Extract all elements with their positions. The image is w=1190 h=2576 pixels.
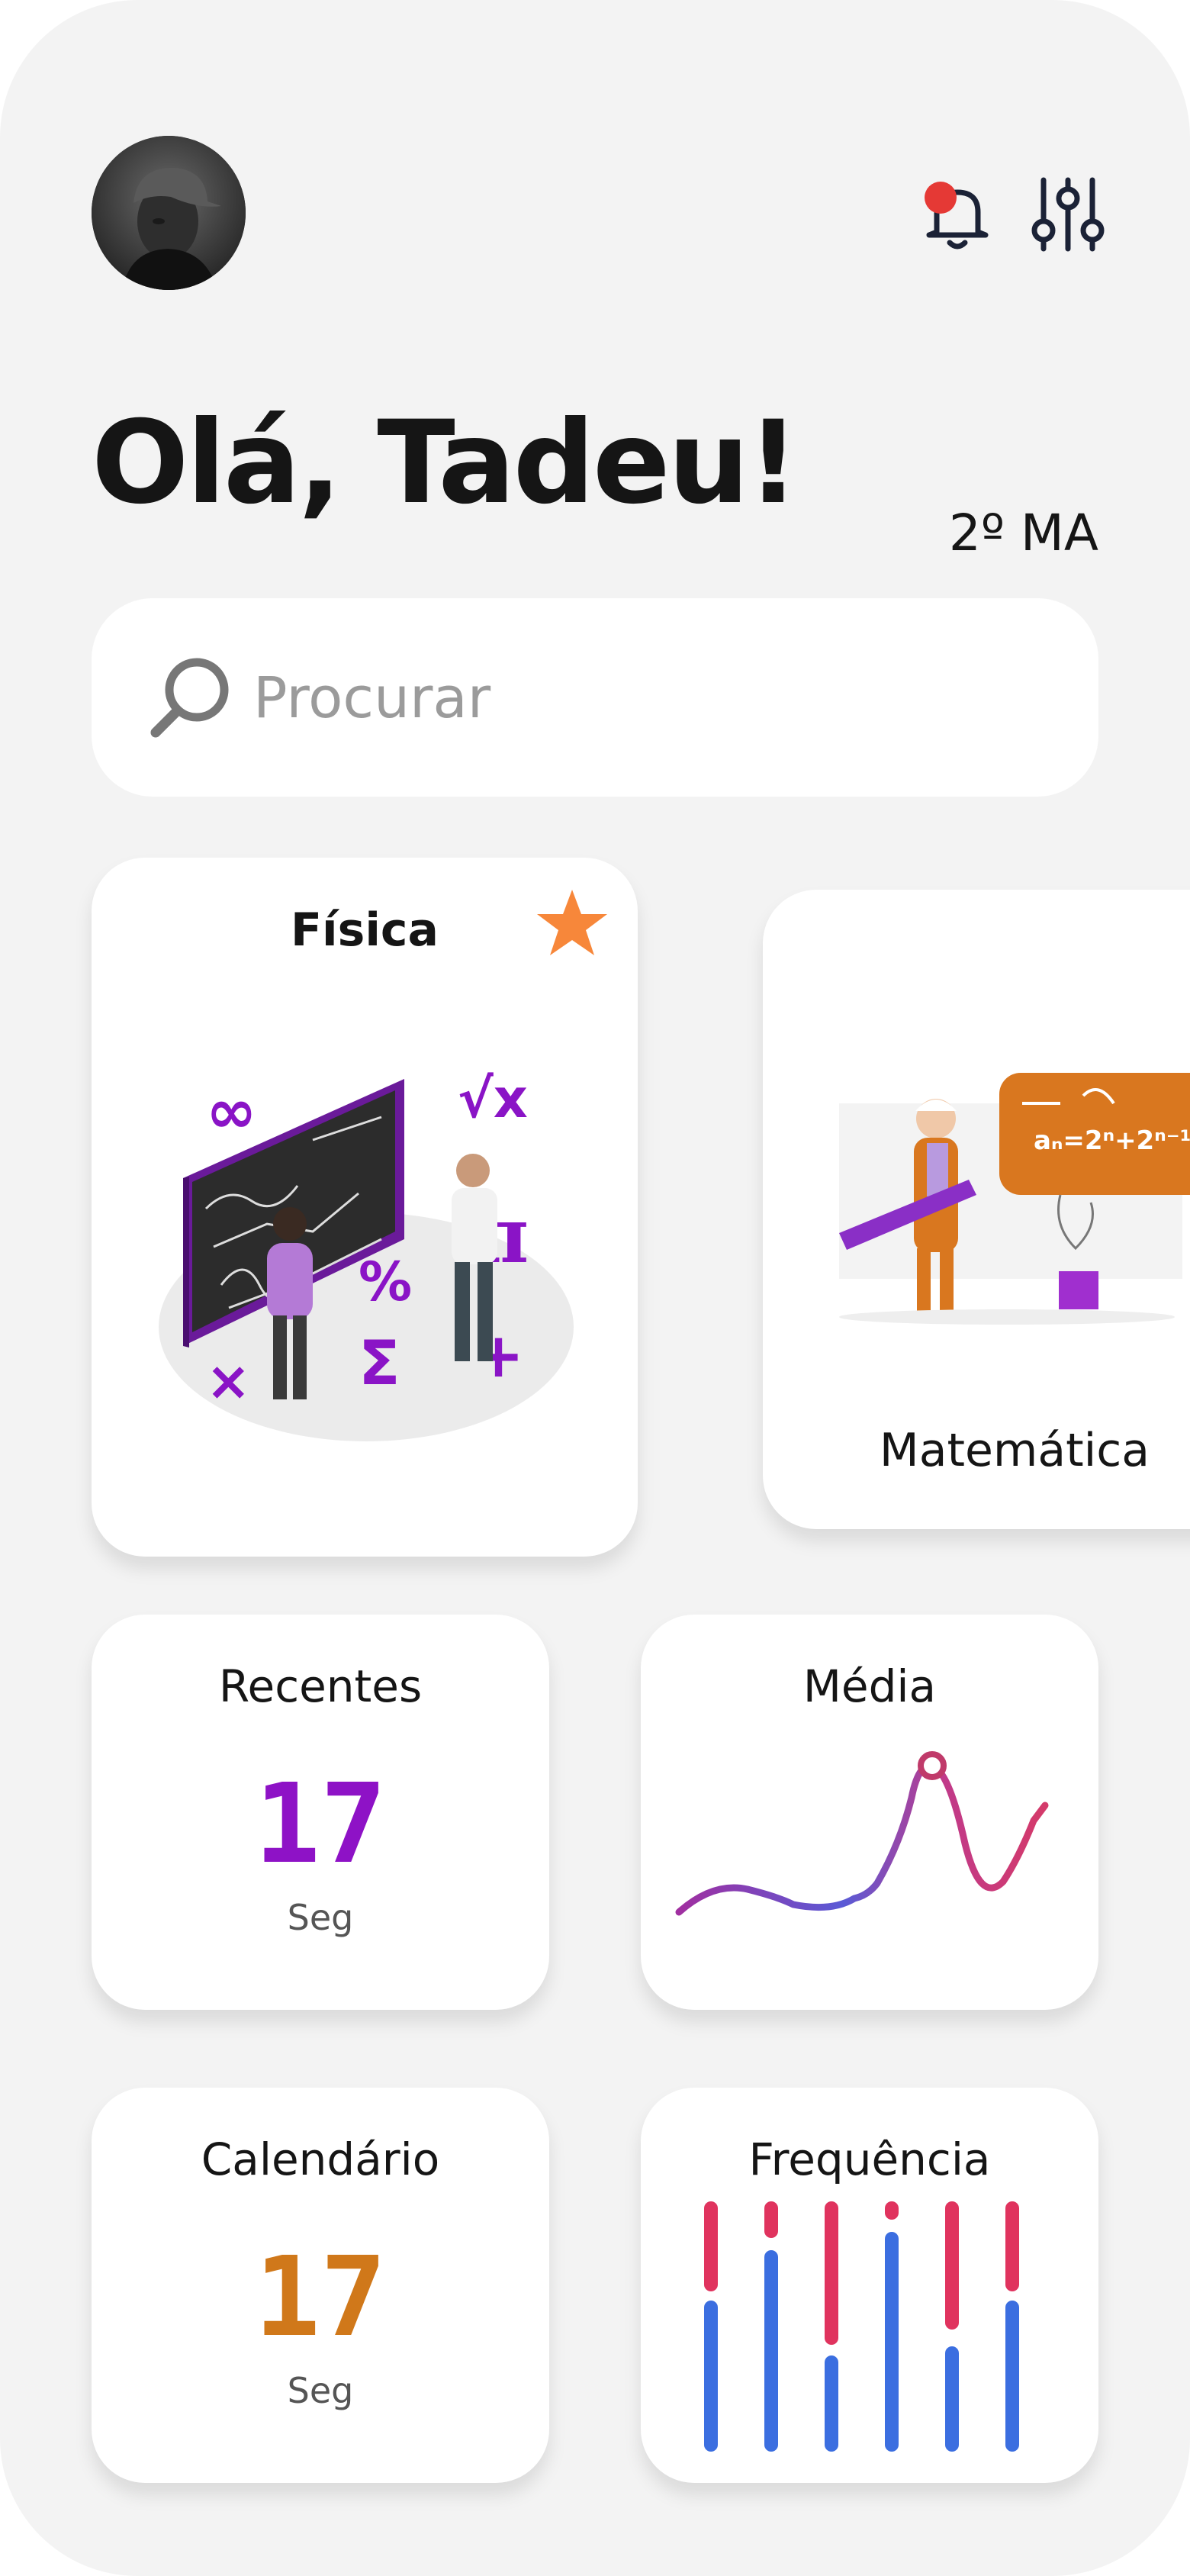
avatar[interactable]: [92, 136, 246, 290]
calendario-number: 17: [254, 2233, 387, 2361]
notification-dot: [925, 182, 957, 214]
subject-card-matematica[interactable]: aₙ=2ⁿ+2ⁿ⁻¹ Matemática: [763, 890, 1190, 1529]
svg-text:∞: ∞: [206, 1076, 257, 1147]
recentes-number: 17: [254, 1760, 387, 1888]
math-illustration: aₙ=2ⁿ+2ⁿ⁻¹: [831, 1073, 1190, 1336]
favorite-star-icon[interactable]: [536, 887, 609, 964]
widget-calendario[interactable]: Calendário 17 Seg: [92, 2088, 549, 2483]
svg-text:√x: √x: [458, 1067, 528, 1130]
widget-media[interactable]: Média: [641, 1615, 1098, 2010]
widget-title: Média: [802, 1660, 937, 1712]
attendance-bars-chart: [702, 2193, 1037, 2464]
recentes-day: Seg: [287, 1897, 354, 1938]
search-input[interactable]: [252, 652, 1056, 745]
subject-name: Matemática: [879, 1424, 1150, 1477]
search-icon: [145, 652, 236, 747]
svg-text:Σ: Σ: [359, 1328, 400, 1399]
svg-text:%: %: [359, 1251, 412, 1313]
widget-title: Frequência: [748, 2133, 991, 2185]
notifications-bell-icon[interactable]: [915, 172, 999, 260]
class-label: 2º MA: [948, 504, 1098, 562]
svg-text:×: ×: [206, 1350, 251, 1412]
calendario-day: Seg: [287, 2370, 354, 2411]
widget-frequencia[interactable]: Frequência: [641, 2088, 1098, 2483]
app-screen: Olá, Tadeu! 2º MA Física: [0, 0, 1190, 2576]
greeting-title: Olá, Tadeu!: [92, 397, 799, 530]
filter-sliders-icon[interactable]: [1030, 172, 1106, 260]
widget-recentes[interactable]: Recentes 17 Seg: [92, 1615, 549, 2010]
average-trend-chart: [671, 1737, 1076, 1969]
search-bar[interactable]: [92, 598, 1098, 797]
svg-text:aₙ=2ⁿ+2ⁿ⁻¹: aₙ=2ⁿ+2ⁿ⁻¹: [1034, 1125, 1190, 1156]
widget-title: Calendário: [201, 2133, 440, 2185]
physics-illustration: ∞ √x π % Σ + ×: [153, 1048, 580, 1457]
widget-title: Recentes: [218, 1660, 423, 1712]
subject-card-fisica[interactable]: Física ∞ √x π % Σ + ×: [92, 858, 638, 1557]
